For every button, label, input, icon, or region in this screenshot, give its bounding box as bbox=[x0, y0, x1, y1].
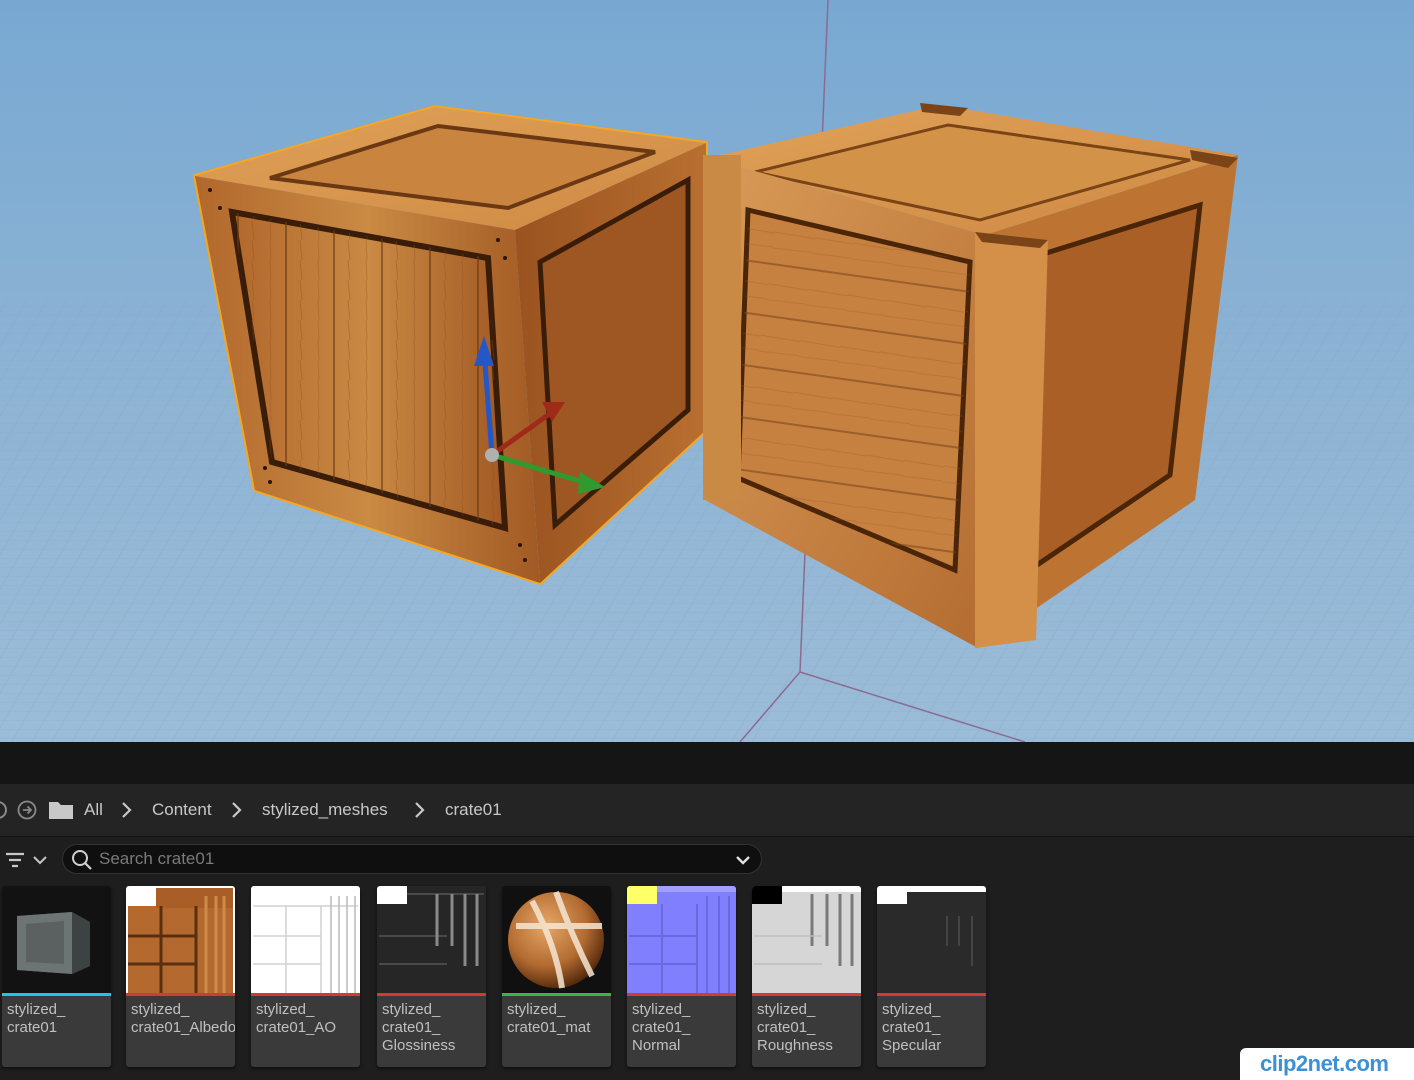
chevron-down-icon bbox=[33, 856, 47, 865]
asset-label: stylized_ crate01 bbox=[7, 1001, 66, 1036]
asset-type-bar bbox=[126, 993, 235, 996]
specular-texture-thumbnail bbox=[877, 886, 986, 993]
asset-label: stylized_ crate01_ Glossiness bbox=[382, 1001, 456, 1054]
breadcrumb-item-content[interactable]: Content bbox=[152, 784, 212, 836]
content-browser: All Content stylized_meshes crate01 styl… bbox=[0, 742, 1414, 1080]
asset-tile-roughness-texture[interactable]: stylized_ crate01_ Roughness bbox=[752, 886, 861, 1067]
forward-icon[interactable] bbox=[17, 800, 37, 820]
filter-icon bbox=[6, 852, 24, 868]
asset-tile-glossiness-texture[interactable]: stylized_ crate01_ Glossiness bbox=[377, 886, 486, 1067]
search-icon bbox=[72, 850, 92, 870]
crate-right-corner-post bbox=[975, 232, 1048, 648]
asset-tile-specular-texture[interactable]: stylized_ crate01_ Specular bbox=[877, 886, 986, 1067]
asset-type-bar bbox=[877, 993, 986, 996]
asset-label: stylized_ crate01_Albedo bbox=[131, 1001, 235, 1036]
asset-tile-albedo-texture[interactable]: stylized_ crate01_Albedo bbox=[126, 886, 235, 1067]
breadcrumb-item-all[interactable]: All bbox=[84, 784, 103, 836]
breadcrumb-item-stylized-meshes[interactable]: stylized_meshes bbox=[262, 784, 388, 836]
panel-header bbox=[0, 742, 1414, 784]
asset-type-bar bbox=[752, 993, 861, 996]
asset-label: stylized_ crate01_AO bbox=[256, 1001, 337, 1036]
asset-type-bar bbox=[251, 993, 360, 996]
ao-texture-thumbnail bbox=[251, 886, 360, 993]
static-mesh-thumbnail bbox=[2, 886, 111, 993]
asset-type-bar bbox=[2, 993, 111, 996]
asset-tile-normal-texture[interactable]: stylized_ crate01_ Normal bbox=[627, 886, 736, 1067]
chevron-right-icon bbox=[232, 802, 242, 818]
history-back-icon[interactable] bbox=[0, 800, 8, 820]
roughness-texture-thumbnail bbox=[752, 886, 861, 993]
material-sphere-thumbnail bbox=[502, 886, 611, 993]
asset-tile-static-mesh[interactable]: stylized_ crate01 bbox=[2, 886, 111, 1067]
asset-type-bar bbox=[627, 993, 736, 996]
folder-icon[interactable] bbox=[48, 799, 74, 821]
asset-tile-ao-texture[interactable]: stylized_ crate01_AO bbox=[251, 886, 360, 1067]
asset-label: stylized_ crate01_mat bbox=[507, 1001, 591, 1036]
glossiness-texture-thumbnail bbox=[377, 886, 486, 993]
viewport[interactable] bbox=[0, 0, 1414, 742]
asset-tile-material[interactable]: stylized_ crate01_mat bbox=[502, 886, 611, 1067]
asset-type-bar bbox=[377, 993, 486, 996]
watermark-text: clip2net.com bbox=[1260, 1051, 1389, 1076]
search-box bbox=[62, 844, 762, 874]
filter-button[interactable] bbox=[4, 848, 52, 872]
normal-texture-thumbnail bbox=[627, 886, 736, 993]
watermark: clip2net.com bbox=[1240, 1048, 1414, 1080]
asset-label: stylized_ crate01_ Roughness bbox=[757, 1001, 833, 1054]
breadcrumb-item-crate01[interactable]: crate01 bbox=[445, 784, 502, 836]
filter-row bbox=[0, 838, 1414, 882]
asset-label: stylized_ crate01_ Specular bbox=[882, 1001, 942, 1054]
search-options-chevron-icon[interactable] bbox=[735, 852, 751, 868]
chevron-right-icon bbox=[122, 802, 132, 818]
chevron-right-icon bbox=[415, 802, 425, 818]
asset-type-bar bbox=[502, 993, 611, 996]
search-input[interactable] bbox=[99, 845, 719, 873]
albedo-texture-thumbnail bbox=[126, 886, 235, 993]
asset-label: stylized_ crate01_ Normal bbox=[632, 1001, 691, 1054]
breadcrumb: All Content stylized_meshes crate01 bbox=[0, 784, 1414, 837]
